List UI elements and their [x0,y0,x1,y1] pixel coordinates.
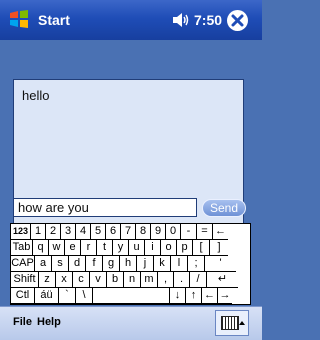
key-numbers-10[interactable]: 0 [166,224,181,240]
key-cap-9[interactable]: l [171,256,188,272]
key-numbers-1[interactable]: 1 [31,224,46,240]
key-tab-7[interactable]: u [129,240,145,256]
key-space[interactable] [93,288,170,304]
message-input[interactable] [13,198,197,217]
key-cap-0[interactable]: CAP [11,256,35,272]
key-cap-2[interactable]: s [52,256,69,272]
key-ctl-5[interactable]: ↓ [170,288,186,304]
key-ctl-0[interactable]: Ctl [11,288,35,304]
key-tab-9[interactable]: o [161,240,177,256]
key-numbers-3[interactable]: 3 [61,224,76,240]
input-panel-button[interactable] [215,310,249,336]
key-tab-4[interactable]: r [81,240,97,256]
key-ctl-2[interactable]: ` [59,288,76,304]
key-tab-0[interactable]: Tab [11,240,33,256]
key-ctl-1[interactable]: áü [35,288,59,304]
key-tab-5[interactable]: t [97,240,113,256]
key-ctl-3[interactable]: \ [76,288,93,304]
key-shift-11[interactable]: ↵ [207,272,238,288]
key-ctl-6[interactable]: ↑ [186,288,202,304]
key-shift-1[interactable]: z [39,272,56,288]
file-menu[interactable]: File [13,316,32,328]
key-shift-7[interactable]: m [141,272,158,288]
message-text: hello [22,88,50,103]
key-numbers-4[interactable]: 4 [76,224,91,240]
key-numbers-5[interactable]: 5 [91,224,106,240]
key-cap-7[interactable]: j [137,256,154,272]
key-cap-5[interactable]: g [103,256,120,272]
key-cap-8[interactable]: k [154,256,171,272]
key-shift-3[interactable]: c [73,272,90,288]
key-tab-2[interactable]: w [49,240,65,256]
windows-flag-icon[interactable] [9,9,29,29]
clock-time[interactable]: 7:50 [194,12,222,28]
send-button[interactable]: Send [202,199,246,217]
key-shift-10[interactable]: / [190,272,207,288]
keyboard-row-ctl: Ctl áü ` \ ↓ ↑ ← → [11,288,232,304]
key-tab-3[interactable]: e [65,240,81,256]
key-numbers-0[interactable]: 123 [11,224,31,240]
key-cap-3[interactable]: d [69,256,86,272]
close-icon [231,14,244,27]
key-cap-10[interactable]: ; [188,256,205,272]
key-shift-8[interactable]: , [158,272,174,288]
key-tab-6[interactable]: y [113,240,129,256]
key-numbers-6[interactable]: 6 [106,224,121,240]
close-button[interactable] [227,10,248,31]
key-numbers-2[interactable]: 2 [46,224,61,240]
key-shift-4[interactable]: v [90,272,107,288]
key-tab-1[interactable]: q [33,240,49,256]
keyboard-icon [221,316,239,330]
key-shift-0[interactable]: Shift [11,272,39,288]
key-numbers-8[interactable]: 8 [136,224,151,240]
title-bar: Start 7:50 [0,0,262,40]
menu-bar: File Help [0,306,262,340]
key-numbers-11[interactable]: - [181,224,197,240]
key-shift-5[interactable]: b [107,272,124,288]
key-tab-11[interactable]: [ [193,240,210,256]
speaker-icon[interactable] [172,12,190,28]
key-tab-8[interactable]: i [145,240,161,256]
key-cap-6[interactable]: h [120,256,137,272]
key-ctl-7[interactable]: ← [202,288,218,304]
key-tab-10[interactable]: p [177,240,193,256]
key-shift-2[interactable]: x [56,272,73,288]
key-cap-4[interactable]: f [86,256,103,272]
key-cap-11[interactable]: ' [205,256,236,272]
soft-keyboard: 123 1 2 3 4 5 6 7 8 9 0- = ← Tab q w e r t y u i o p[] CAP a s d f… [10,223,251,305]
key-tab-12[interactable]: ] [210,240,228,256]
key-numbers-9[interactable]: 9 [151,224,166,240]
keyboard-row-cap: CAP a s d f g h j k l; ' [11,256,236,272]
key-shift-9[interactable]: . [174,272,190,288]
key-cap-1[interactable]: a [35,256,52,272]
key-shift-6[interactable]: n [124,272,141,288]
key-numbers-12[interactable]: = [197,224,213,240]
key-numbers-13[interactable]: ← [213,224,228,240]
key-ctl-8[interactable]: → [218,288,232,304]
keyboard-row-shift: Shift z x c v b n m,. / ↵ [11,272,238,288]
key-numbers-7[interactable]: 7 [121,224,136,240]
up-arrow-icon [239,321,245,325]
keyboard-row-tab: Tab q w e r t y u i o p[] [11,240,228,256]
keyboard-row-numbers: 123 1 2 3 4 5 6 7 8 9 0- = ← [11,224,228,240]
help-menu[interactable]: Help [37,316,61,328]
app-title[interactable]: Start [38,12,70,28]
